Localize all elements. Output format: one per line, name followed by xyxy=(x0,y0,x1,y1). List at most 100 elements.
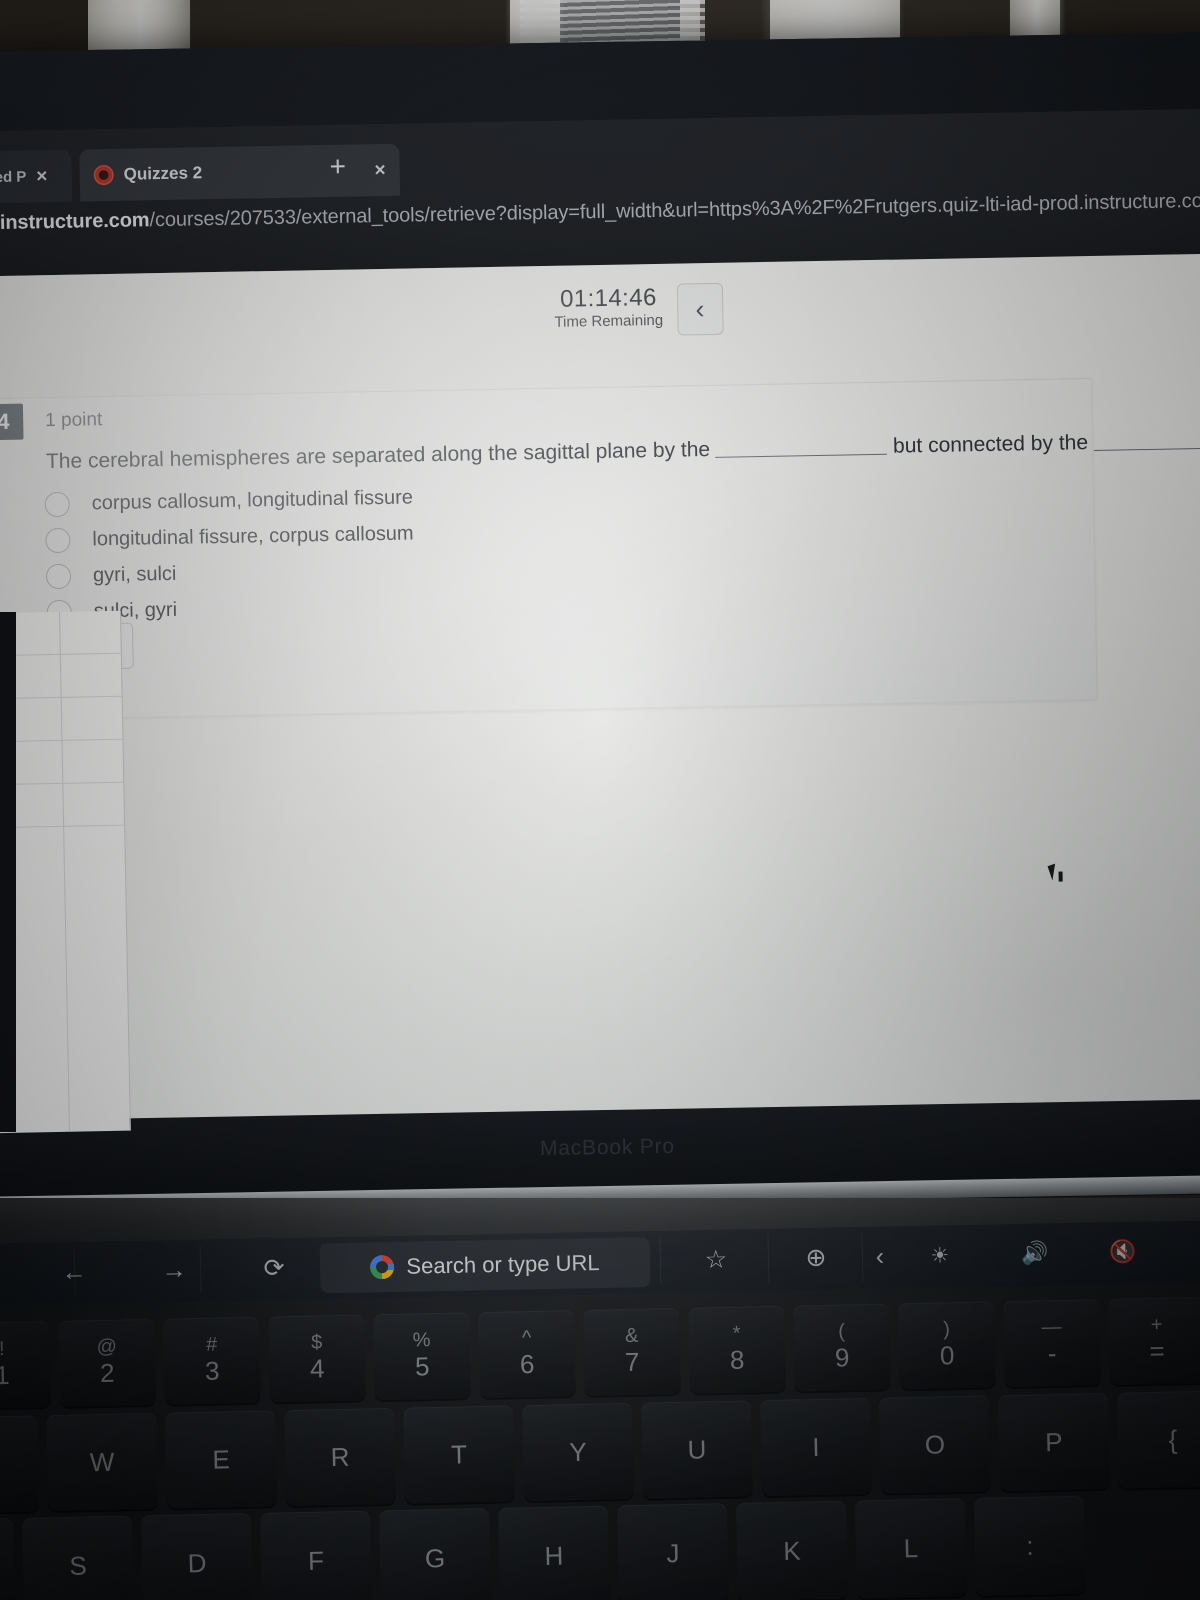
photo-scene: e Timed P × Quizzes 2 × + gers.instructu… xyxy=(0,0,1200,1600)
answer-blank-2 xyxy=(1094,446,1200,451)
key-label: K xyxy=(782,1535,801,1566)
key-label: L xyxy=(903,1533,919,1564)
keyboard-number-row: ! 1 @ 2 # 3 $ 4 % 5 ^ 6 & 7 * 8 (9) 0 … xyxy=(0,1296,1200,1410)
keyboard-a-row: A S D F G H J K L : xyxy=(0,1495,1086,1600)
collapse-panel-button[interactable]: ‹ xyxy=(676,282,724,336)
radio-button-icon[interactable] xyxy=(44,491,70,517)
touchbar-search-field[interactable]: Search or type URL xyxy=(319,1237,651,1294)
timer-area: 01:14:46 Time Remaining ‹ xyxy=(554,282,724,338)
url-host: gers.instructure.com xyxy=(0,208,150,235)
key-label: = xyxy=(1149,1335,1165,1366)
key-2[interactable]: @ 2 xyxy=(58,1318,156,1407)
new-tab-button[interactable]: + xyxy=(329,151,346,182)
key-label: J xyxy=(666,1538,680,1569)
browser-window: e Timed P × Quizzes 2 × + gers.instructu… xyxy=(0,108,1200,1137)
keyboard-deck: ← → ⟳ Search or type URL ☆ ⊕ ‹ ☀ 🔊 🔇 ! 1… xyxy=(0,1198,1200,1600)
answer-options: corpus callosum, longitudinal fissure lo… xyxy=(44,479,415,630)
google-g-icon xyxy=(370,1254,395,1280)
key-shift-label: # xyxy=(205,1333,218,1356)
key-s[interactable]: S xyxy=(22,1515,135,1600)
timer-text: 01:14:46 Time Remaining xyxy=(554,283,664,331)
background-spreadsheet-window[interactable]: 9 10 11 12 13 xyxy=(0,610,131,1134)
key-label: U xyxy=(687,1434,707,1465)
key-o[interactable]: O xyxy=(878,1395,991,1494)
key-label: 3 xyxy=(204,1355,220,1386)
key-label: S xyxy=(69,1550,88,1581)
key-w[interactable]: W xyxy=(46,1412,159,1512)
key-shift-label: ^ xyxy=(521,1326,532,1349)
tab-close-icon[interactable]: × xyxy=(374,159,385,180)
time-remaining-label: Time Remaining xyxy=(554,311,664,331)
key-label: 5 xyxy=(414,1350,430,1382)
key-3[interactable]: # 3 xyxy=(163,1316,261,1405)
key-7[interactable]: & 7 xyxy=(583,1307,681,1396)
key-shift-label: ) xyxy=(943,1317,951,1341)
key-semicolon[interactable]: : xyxy=(973,1495,1086,1596)
key-label: 4 xyxy=(309,1353,325,1384)
key-shift-label: @ xyxy=(96,1335,118,1358)
key-shift-label: $ xyxy=(310,1331,323,1354)
key-k[interactable]: K xyxy=(735,1500,848,1600)
key-label: : xyxy=(1025,1530,1034,1561)
key-q[interactable]: Q xyxy=(0,1415,40,1514)
key-label: O xyxy=(924,1429,946,1460)
key-a[interactable]: A xyxy=(0,1518,16,1600)
touchbar-search-placeholder: Search or type URL xyxy=(406,1250,600,1279)
key-shift-label: ! xyxy=(0,1337,5,1360)
key-label: T xyxy=(450,1439,468,1470)
key-g[interactable]: G xyxy=(378,1508,492,1600)
volume-up-icon[interactable]: 🔊 xyxy=(999,1227,1070,1280)
key-label: F xyxy=(307,1545,325,1576)
key-0[interactable]: ) 0 xyxy=(898,1301,996,1390)
time-remaining-value: 01:14:46 xyxy=(559,283,657,313)
brightness-icon[interactable]: ☀ xyxy=(909,1229,970,1282)
question-points: 1 point xyxy=(45,409,103,432)
key-e[interactable]: E xyxy=(165,1410,278,1509)
key-shift-label: % xyxy=(412,1328,431,1352)
question-card: 14 1 point The cerebral hemispheres are … xyxy=(0,377,1200,721)
key-label: 0 xyxy=(939,1339,955,1371)
key-u[interactable]: U xyxy=(640,1400,753,1499)
key-bracket-left[interactable]: { xyxy=(1116,1390,1200,1489)
key-y[interactable]: Y xyxy=(522,1402,634,1502)
key-label: Y xyxy=(569,1436,587,1468)
key-d[interactable]: D xyxy=(141,1513,254,1600)
key-p[interactable]: P xyxy=(997,1392,1110,1492)
key-h[interactable]: H xyxy=(497,1505,611,1600)
key-i[interactable]: I xyxy=(759,1397,872,1497)
key-shift-label: * xyxy=(732,1322,741,1345)
key-shift-label: + xyxy=(1150,1313,1163,1336)
key-1[interactable]: ! 1 xyxy=(0,1321,52,1410)
key-9[interactable]: ( 9 xyxy=(793,1303,891,1392)
key-t[interactable]: T xyxy=(403,1405,516,1504)
key-label: W xyxy=(89,1446,115,1478)
key-l[interactable]: L xyxy=(854,1498,967,1599)
key-minus[interactable]: — - xyxy=(1003,1299,1101,1388)
key-label: D xyxy=(187,1548,207,1579)
key-r[interactable]: R xyxy=(284,1407,397,1507)
key-f[interactable]: F xyxy=(260,1510,373,1600)
key-8[interactable]: * 8 xyxy=(688,1305,786,1394)
forward-icon[interactable]: → xyxy=(128,1243,221,1297)
key-4[interactable]: $ 4 xyxy=(268,1314,366,1403)
key-label: G xyxy=(424,1543,446,1574)
key-j[interactable]: J xyxy=(616,1503,729,1600)
key-equals[interactable]: + = xyxy=(1107,1296,1200,1385)
key-label: P xyxy=(1044,1426,1063,1458)
previous-track-icon[interactable]: ‹ xyxy=(849,1230,910,1283)
screen-edge-mask xyxy=(0,612,16,1132)
add-tab-icon[interactable]: ⊕ xyxy=(769,1231,862,1285)
reload-icon[interactable]: ⟳ xyxy=(228,1241,321,1295)
key-6[interactable]: ^ 6 xyxy=(478,1310,576,1399)
tab-close-icon[interactable]: × xyxy=(36,166,47,187)
mute-icon[interactable]: 🔇 xyxy=(1087,1225,1158,1278)
answer-option-label: corpus callosum, longitudinal fissure xyxy=(91,485,414,514)
radio-button-icon[interactable] xyxy=(45,563,72,589)
chevron-left-icon: ‹ xyxy=(695,293,705,324)
bookmark-star-icon[interactable]: ☆ xyxy=(669,1233,762,1287)
answer-option-label: gyri, sulci xyxy=(92,562,177,586)
key-label: { xyxy=(1168,1424,1178,1455)
browser-chrome: e Timed P × Quizzes 2 × + gers.instructu… xyxy=(0,108,1200,277)
radio-button-icon[interactable] xyxy=(45,527,71,553)
key-5[interactable]: % 5 xyxy=(373,1312,471,1401)
